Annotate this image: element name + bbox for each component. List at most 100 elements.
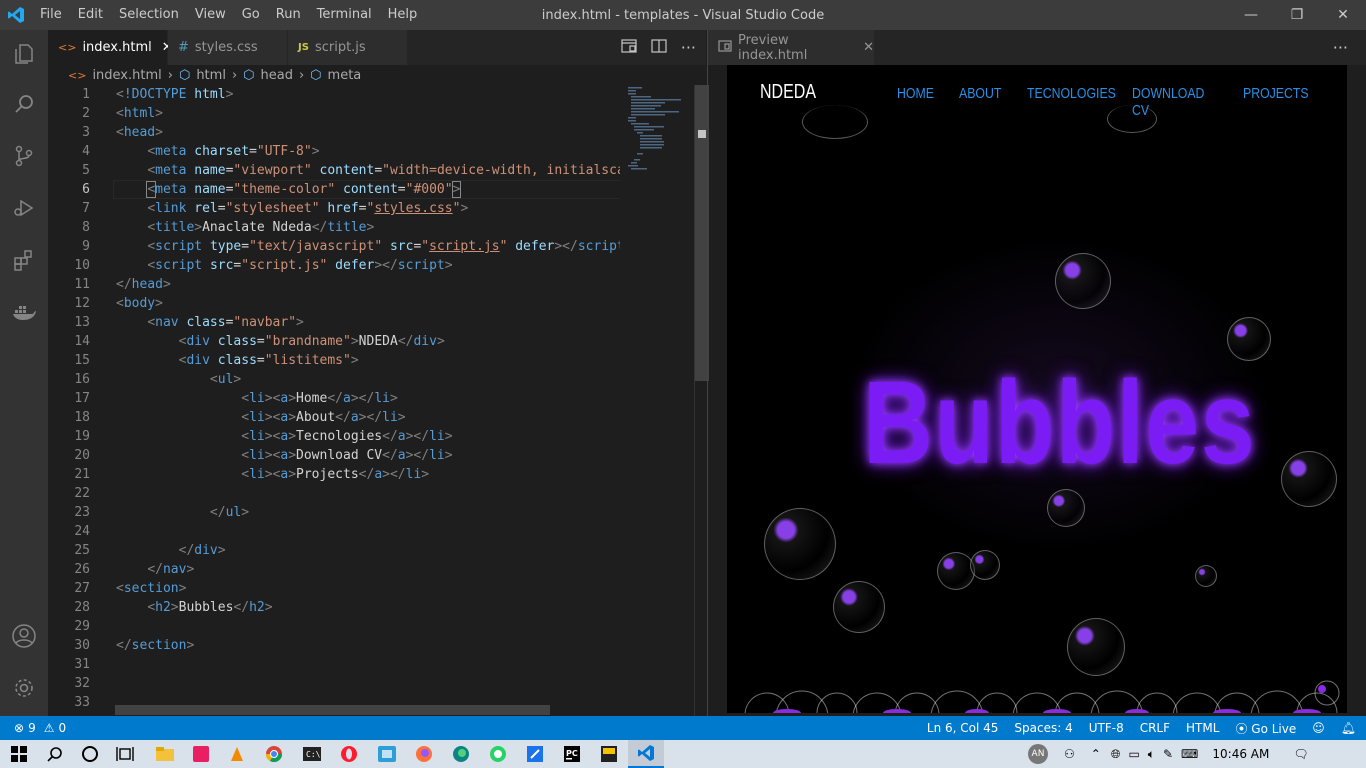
menu-help[interactable]: Help — [380, 0, 426, 30]
nav-link-home[interactable]: HOME — [897, 85, 948, 119]
svg-text:C:\: C:\ — [306, 750, 321, 759]
feedback-icon[interactable]: ☺ — [1312, 721, 1325, 735]
docker-icon[interactable] — [8, 296, 40, 328]
minimap[interactable] — [620, 85, 694, 716]
pycharm-icon[interactable]: PC — [561, 744, 583, 764]
whatsapp-icon[interactable] — [487, 744, 509, 764]
chrome-icon[interactable] — [263, 744, 285, 764]
pen-icon[interactable]: ✎ — [1163, 747, 1173, 761]
preview-scrollbar[interactable] — [1347, 65, 1366, 716]
keyboard-icon[interactable]: ⌨ — [1181, 747, 1198, 761]
chevron-right-icon: › — [298, 67, 305, 83]
breadcrumb-file[interactable]: index.html — [92, 68, 161, 83]
line-ending[interactable]: CRLF — [1140, 721, 1170, 735]
terminal-icon[interactable]: C:\ — [301, 744, 323, 764]
encoding[interactable]: UTF-8 — [1089, 721, 1124, 735]
code-line: 7 <link rel="stylesheet" href="styles.cs… — [82, 201, 469, 216]
opera-icon[interactable] — [338, 744, 360, 764]
cortana-icon[interactable] — [79, 744, 101, 764]
menu-run[interactable]: Run — [268, 0, 309, 30]
menu-terminal[interactable]: Terminal — [309, 0, 380, 30]
settings-gear-icon[interactable] — [8, 672, 40, 704]
task-view-icon[interactable] — [114, 744, 136, 764]
menu-file[interactable]: File — [32, 0, 70, 30]
split-editor-icon[interactable] — [651, 38, 667, 57]
tab-index-html[interactable]: <> index.html ✕ — [48, 30, 173, 65]
nav-link-tecnologies[interactable]: TECNOLOGIES — [1027, 85, 1116, 119]
language-mode[interactable]: HTML — [1186, 721, 1219, 735]
app-icon[interactable] — [190, 744, 212, 764]
maximize-button[interactable]: ❐ — [1274, 0, 1320, 30]
code-line: 17 <li><a>Home</a></li> — [74, 391, 398, 406]
code-line: 29 — [74, 619, 90, 634]
close-window-button[interactable]: ✕ — [1320, 0, 1366, 30]
html-file-icon: <> — [58, 41, 77, 54]
cursor-position[interactable]: Ln 6, Col 45 — [927, 721, 999, 735]
warnings-count[interactable]: 0 — [58, 721, 66, 735]
element-icon: ⬡ — [243, 67, 255, 83]
action-center-icon[interactable]: 🗨︎ — [1293, 747, 1308, 761]
breadcrumb: <> index.html › ⬡ html › ⬡ head › ⬡ meta — [48, 65, 706, 85]
close-tab-icon[interactable]: ✕ — [863, 40, 874, 55]
web-preview[interactable]: NDEDA HOME ABOUT TECNOLOGIES DOWNLOAD CV… — [727, 65, 1347, 713]
code-line: 5 <meta name="viewport" content="width=d… — [82, 163, 620, 178]
chevron-up-icon[interactable]: ⌃ — [1091, 747, 1101, 761]
app-icon[interactable] — [524, 744, 546, 764]
code-line: 3 <head> — [82, 125, 163, 140]
account-icon[interactable] — [8, 620, 40, 652]
search-icon[interactable] — [8, 88, 40, 120]
code-line: 9 <script type="text/javascript" src="sc… — [82, 239, 620, 254]
app-icon[interactable] — [376, 744, 398, 764]
extensions-icon[interactable] — [8, 244, 40, 276]
edge-icon[interactable] — [450, 744, 472, 764]
menu-view[interactable]: View — [187, 0, 234, 30]
files-icon[interactable] — [8, 38, 40, 70]
more-actions-icon[interactable]: ··· — [1333, 38, 1348, 57]
horizontal-scrollbar[interactable] — [115, 705, 550, 715]
source-control-icon[interactable] — [8, 140, 40, 172]
breadcrumb-html[interactable]: html — [196, 68, 226, 83]
go-live-button[interactable]: ⦿ Go Live — [1235, 720, 1296, 737]
vscode-icon[interactable] — [628, 740, 664, 768]
code-line: 19 <li><a>Tecnologies</a></li> — [74, 429, 453, 444]
nav-link-projects[interactable]: PROJECTS — [1243, 85, 1309, 119]
menu-selection[interactable]: Selection — [111, 0, 187, 30]
menu-go[interactable]: Go — [234, 0, 268, 30]
indentation[interactable]: Spaces: 4 — [1014, 721, 1072, 735]
people-icon[interactable]: ⚇ — [1064, 747, 1075, 761]
firefox-icon[interactable] — [413, 744, 435, 764]
element-icon: ⬡ — [310, 67, 322, 83]
vlc-icon[interactable] — [226, 744, 248, 764]
code-line: 8 <title>Anaclate Ndeda</title> — [82, 220, 375, 235]
open-preview-icon[interactable] — [621, 38, 637, 57]
breadcrumb-head[interactable]: head — [261, 68, 293, 83]
code-editor[interactable]: 1 <!DOCTYPE html> 2 <html> 3 <head> 4 <meta… — [48, 85, 620, 716]
breadcrumb-meta[interactable]: meta — [328, 68, 362, 83]
clock[interactable]: 10:46 AM — [1212, 747, 1269, 761]
notifications-bell-icon[interactable]: 🔔︎ — [1341, 721, 1356, 735]
battery-icon[interactable]: ▭ — [1128, 747, 1139, 761]
run-debug-icon[interactable] — [8, 192, 40, 224]
split-divider[interactable] — [707, 30, 708, 716]
nav-link-about[interactable]: ABOUT — [959, 85, 1015, 119]
problems-count[interactable]: 9 — [28, 721, 36, 735]
more-actions-icon[interactable]: ··· — [681, 38, 696, 57]
code-line: 18 <li><a>About</a></li> — [74, 410, 406, 425]
globe-icon[interactable]: 🌐︎ — [1111, 747, 1121, 762]
tab-preview[interactable]: Preview index.html ✕ — [708, 30, 874, 65]
user-avatar[interactable]: AN — [1028, 744, 1048, 764]
windows-start-icon[interactable] — [8, 744, 30, 764]
vertical-scrollbar[interactable] — [694, 85, 709, 716]
minimize-button[interactable]: — — [1228, 0, 1274, 30]
search-icon[interactable] — [44, 744, 66, 764]
code-line: 6 <meta name="theme-color" content="#000… — [82, 181, 462, 198]
file-explorer-icon[interactable] — [154, 744, 176, 764]
app-icon[interactable] — [598, 744, 620, 764]
css-file-icon: # — [178, 40, 189, 55]
tab-styles-css[interactable]: # styles.css — [168, 30, 288, 65]
warning-icon[interactable]: ⚠ — [44, 721, 55, 735]
menu-edit[interactable]: Edit — [70, 0, 111, 30]
error-icon[interactable]: ⊗ — [14, 721, 24, 735]
tab-script-js[interactable]: JS script.js — [288, 30, 408, 65]
volume-icon[interactable]: 🔈︎ — [1148, 747, 1155, 762]
